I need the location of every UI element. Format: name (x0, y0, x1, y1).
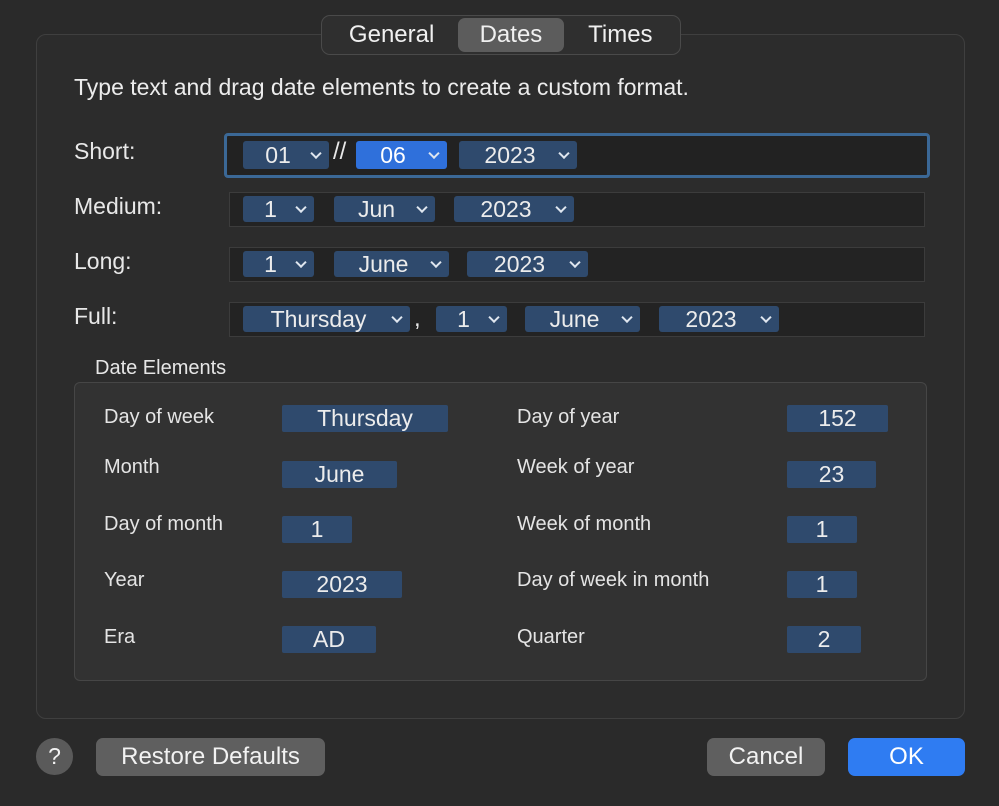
full-day-token[interactable]: 1 (436, 306, 507, 332)
long-month-value: June (358, 251, 409, 277)
quarter-element[interactable]: 2 (787, 626, 861, 653)
short-format-field[interactable]: 01 // 06 2023 (224, 133, 930, 178)
day-of-week-in-month-element[interactable]: 1 (787, 571, 857, 598)
short-day-value: 01 (265, 142, 291, 168)
medium-day-token[interactable]: 1 (243, 196, 314, 222)
medium-month-value: Jun (357, 196, 396, 222)
long-year-value: 2023 (493, 251, 546, 277)
month-label: Month (104, 456, 160, 478)
era-label: Era (104, 626, 136, 648)
quarter-label: Quarter (517, 626, 585, 648)
full-separator: , (414, 305, 421, 332)
year-element[interactable]: 2023 (282, 571, 402, 598)
day-of-year-element[interactable]: 152 (787, 405, 888, 432)
week-of-month-element[interactable]: 1 (787, 516, 857, 543)
short-year-token[interactable]: 2023 (459, 141, 577, 169)
full-year-token[interactable]: 2023 (659, 306, 779, 332)
chevron-down-icon (428, 147, 440, 160)
ok-button[interactable]: OK (848, 738, 965, 776)
help-button[interactable]: ? (36, 738, 73, 775)
full-weekday-value: Thursday (270, 306, 367, 332)
full-month-token[interactable]: June (525, 306, 640, 332)
long-day-value: 1 (264, 251, 277, 277)
era-element[interactable]: AD (282, 626, 376, 653)
day-of-week-in-month-label: Day of week in month (517, 569, 710, 591)
day-of-month-element[interactable]: 1 (282, 516, 352, 543)
restore-defaults-button[interactable]: Restore Defaults (96, 738, 325, 776)
instruction-text: Type text and drag date elements to crea… (74, 74, 689, 100)
medium-year-value: 2023 (480, 196, 532, 222)
medium-month-token[interactable]: Jun (334, 196, 435, 222)
full-format-field[interactable]: Thursday , 1 June 2023 (229, 302, 925, 337)
day-of-year-label: Day of year (517, 406, 620, 428)
day-of-month-label: Day of month (104, 513, 223, 535)
short-format-label: Short: (74, 138, 136, 164)
tab-dates[interactable]: Dates (458, 18, 564, 52)
full-day-value: 1 (457, 306, 470, 332)
medium-format-field[interactable]: 1 Jun 2023 (229, 192, 925, 227)
short-separator: // (333, 138, 347, 165)
long-format-field[interactable]: 1 June 2023 (229, 247, 925, 282)
long-day-token[interactable]: 1 (243, 251, 314, 277)
long-month-token[interactable]: June (334, 251, 449, 277)
long-year-token[interactable]: 2023 (467, 251, 588, 277)
short-year-value: 2023 (484, 142, 536, 168)
medium-day-value: 1 (264, 196, 277, 222)
day-of-week-element[interactable]: Thursday (282, 405, 448, 432)
short-day-token[interactable]: 01 (243, 141, 329, 169)
full-weekday-token[interactable]: Thursday (243, 306, 410, 332)
full-format-label: Full: (74, 303, 118, 329)
date-elements-title: Date Elements (95, 357, 227, 379)
medium-year-token[interactable]: 2023 (454, 196, 574, 222)
day-of-week-label: Day of week (104, 406, 215, 428)
week-of-year-element[interactable]: 23 (787, 461, 876, 488)
tab-bar: General Dates Times (321, 15, 681, 55)
short-month-value: 06 (380, 142, 406, 168)
tab-general[interactable]: General (325, 18, 458, 52)
week-of-year-label: Week of year (517, 456, 635, 478)
short-month-token[interactable]: 06 (356, 141, 447, 169)
year-label: Year (104, 569, 145, 591)
week-of-month-label: Week of month (517, 513, 652, 535)
cancel-button[interactable]: Cancel (707, 738, 825, 776)
full-year-value: 2023 (685, 306, 737, 332)
tab-times[interactable]: Times (564, 18, 677, 52)
medium-format-label: Medium: (74, 193, 163, 219)
long-format-label: Long: (74, 248, 132, 274)
full-month-value: June (549, 306, 600, 332)
month-element[interactable]: June (282, 461, 397, 488)
